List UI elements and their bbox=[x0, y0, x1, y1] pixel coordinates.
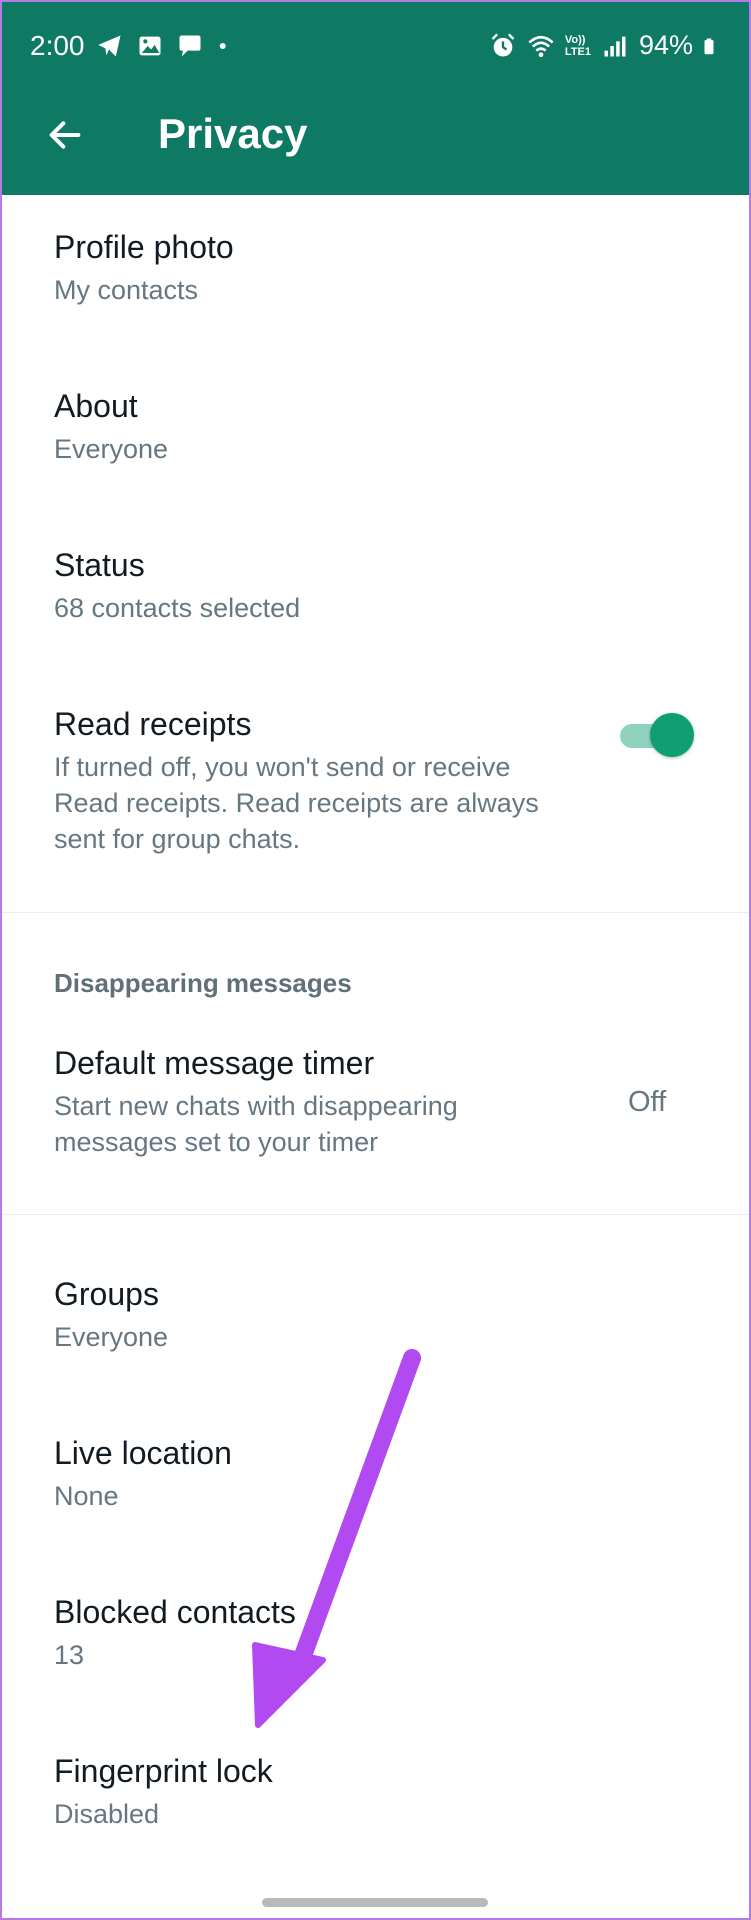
annotation-arrow-icon bbox=[252, 1349, 421, 1728]
